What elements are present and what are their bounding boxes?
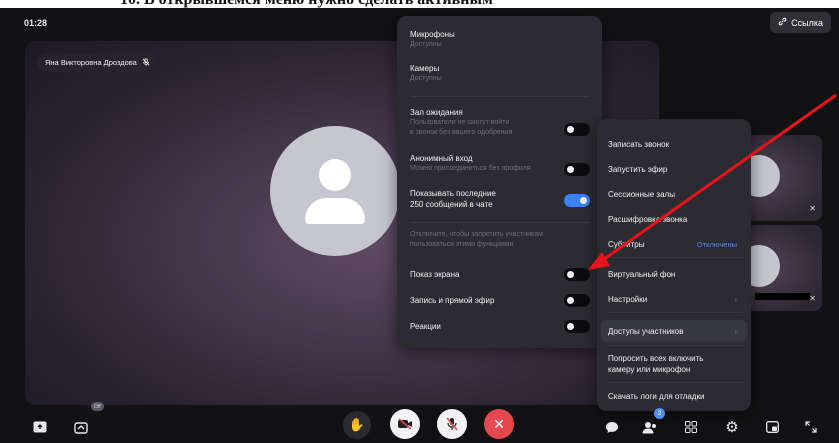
fullscreen-button[interactable] [801, 417, 821, 437]
mic-off-icon: ✕ [809, 204, 816, 213]
menu-item-transcript[interactable]: Расшифровка звонка [608, 214, 743, 225]
link-button[interactable]: Ссылка [770, 12, 831, 33]
mic-off-icon: ✕ [809, 294, 816, 303]
participants-icon [642, 421, 656, 433]
menu-item-virtual-background[interactable]: Виртуальный фон [608, 269, 743, 280]
show-last-messages-toggle[interactable] [564, 194, 590, 207]
screen-share-icon [33, 421, 47, 433]
picture-in-picture-button[interactable] [762, 417, 782, 437]
end-call-icon: ✕ [493, 415, 505, 432]
call-timer: 01:28 [24, 18, 48, 28]
fullscreen-icon [805, 421, 817, 433]
menu-item-ask-all[interactable]: Попросить всех включить камеру или микро… [608, 353, 743, 375]
waiting-room-setting: Зал ожидания Пользователи не смогут войт… [410, 108, 513, 136]
document-fragment: 10. В открывшемся меню нужно сделать акт… [0, 0, 839, 8]
screen-share-button[interactable] [30, 417, 50, 437]
menu-item-sessions[interactable]: Сессионные залы [608, 189, 743, 200]
show-last-messages-setting: Показывать последние 250 сообщений в чат… [410, 189, 496, 209]
effects-button[interactable] [72, 417, 92, 437]
chat-icon [606, 421, 618, 433]
microphones-setting[interactable]: Микрофоны Доступны [410, 29, 590, 50]
effects-icon [74, 422, 88, 434]
menu-item-record[interactable]: Записать звонок [608, 139, 743, 150]
mic-off-icon [446, 417, 458, 431]
participants-button[interactable] [640, 417, 660, 437]
reactions-toggle[interactable] [564, 320, 590, 333]
subtitles-state: Отключены [696, 240, 737, 249]
menu-item-download-logs[interactable]: Скачать логи для отладки [608, 391, 743, 402]
chevron-right-icon: › [734, 327, 738, 336]
call-options-menu: Записать звонок Запустить эфир Сессионны… [597, 119, 751, 411]
menu-item-settings[interactable]: Настройки › [608, 294, 743, 305]
end-call-button[interactable]: ✕ [484, 409, 514, 439]
video-call-app: 01:28 Ссылка Яна Викторовна Дроздова ✕ ✕… [0, 8, 839, 443]
participants-count-badge: 2 [654, 408, 665, 419]
permissions-hint: Отключите, чтобы запретить участникам по… [410, 231, 543, 248]
layout-grid-button[interactable] [681, 417, 701, 437]
participant-avatar [270, 126, 400, 256]
camera-off-icon [398, 418, 412, 430]
participant-name-badge: Яна Викторовна Дроздова [37, 53, 158, 72]
reactions-setting: Реакции [410, 322, 441, 331]
chat-button[interactable] [602, 417, 622, 437]
link-icon [778, 17, 787, 28]
gear-icon: ⚙ [725, 419, 739, 436]
participant-access-panel: Микрофоны Доступны Камеры Доступны Зал о… [397, 16, 602, 348]
mic-toggle-button[interactable] [437, 409, 467, 439]
waiting-room-toggle[interactable] [564, 123, 590, 136]
anonymous-entry-toggle[interactable] [564, 163, 590, 176]
screen-share-setting: Показ экрана [410, 270, 460, 279]
menu-item-subtitles[interactable]: Субтитры Отключены [608, 239, 743, 250]
camera-toggle-button[interactable] [390, 409, 420, 439]
chevron-right-icon: › [734, 295, 738, 304]
document-text: 10. В открывшемся меню нужно сделать акт… [120, 0, 493, 8]
menu-item-broadcast[interactable]: Запустить эфир [608, 164, 743, 175]
link-label: Ссылка [791, 17, 823, 28]
settings-button[interactable]: ⚙ [722, 417, 742, 437]
recording-toggle[interactable] [564, 294, 590, 307]
layout-icon [765, 421, 779, 433]
cameras-setting[interactable]: Камеры Доступны [410, 63, 590, 84]
effects-off-badge: Off [91, 402, 104, 411]
grid-icon [685, 421, 697, 433]
menu-item-participant-access[interactable]: Доступы участников › [608, 326, 743, 337]
participant-name: Яна Викторовна Дроздова [45, 58, 137, 67]
screen-share-toggle[interactable] [564, 268, 590, 281]
anonymous-entry-setting: Анонимный вход Можно присоединиться без … [410, 154, 531, 172]
mic-off-icon [142, 57, 150, 68]
raise-hand-icon: ✋ [348, 417, 366, 432]
recording-setting: Запись и прямой эфир [410, 296, 495, 305]
redaction-bar [755, 293, 810, 300]
raise-hand-button[interactable]: ✋ [343, 411, 371, 439]
